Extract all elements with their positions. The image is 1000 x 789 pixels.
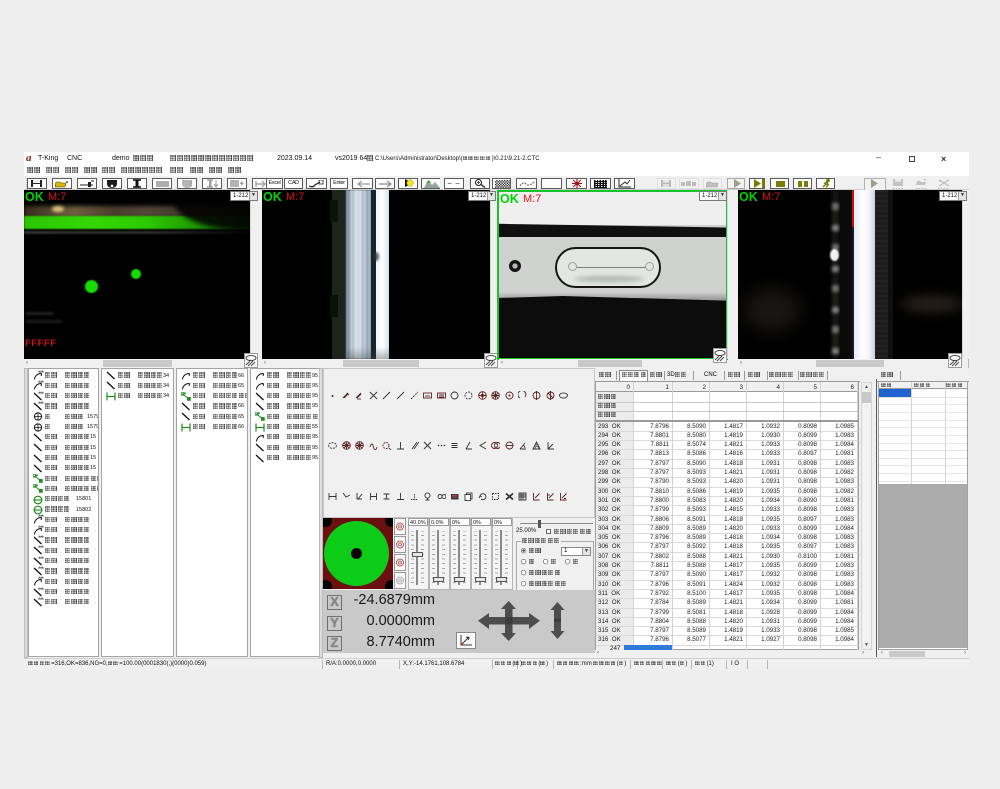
svg-text:A: A bbox=[535, 443, 540, 450]
